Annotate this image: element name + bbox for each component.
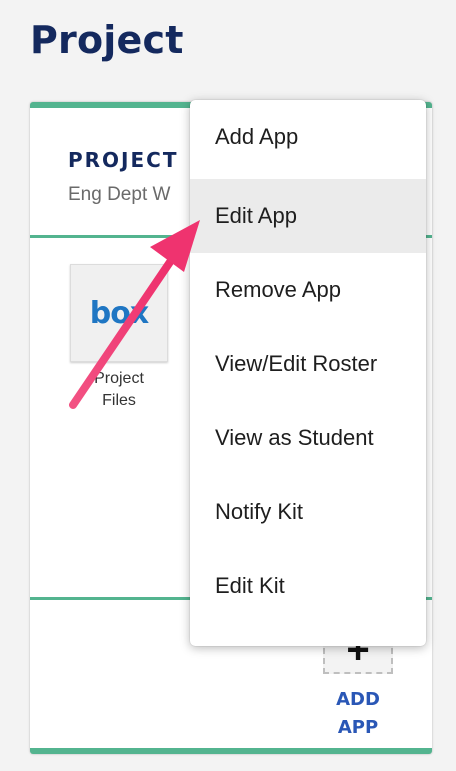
app-tile-project-files[interactable]: box [70, 264, 168, 362]
box-logo-icon: box [89, 295, 149, 331]
menu-item-edit-app[interactable]: Edit App [190, 179, 426, 253]
menu-item-add-app[interactable]: Add App [190, 113, 426, 187]
page-title: Project [30, 18, 184, 62]
add-app-label-line1: ADD [336, 689, 380, 710]
card-subtitle: Eng Dept W [68, 184, 171, 205]
context-menu: Add App Edit App Remove App View/Edit Ro… [190, 100, 426, 646]
app-label-project-files[interactable]: Project Files [70, 368, 168, 412]
add-app-label[interactable]: ADD APP [318, 686, 398, 742]
app-label-line2: Files [102, 392, 136, 409]
menu-item-remove-app[interactable]: Remove App [190, 253, 426, 327]
menu-item-notify-kit[interactable]: Notify Kit [190, 475, 426, 549]
card-title: PROJECT [68, 148, 179, 172]
menu-item-edit-kit[interactable]: Edit Kit [190, 549, 426, 623]
menu-item-view-edit-roster[interactable]: View/Edit Roster [190, 327, 426, 401]
app-label-line1: Project [94, 370, 144, 387]
add-app-label-line2: APP [337, 717, 379, 738]
menu-item-view-as-student[interactable]: View as Student [190, 401, 426, 475]
